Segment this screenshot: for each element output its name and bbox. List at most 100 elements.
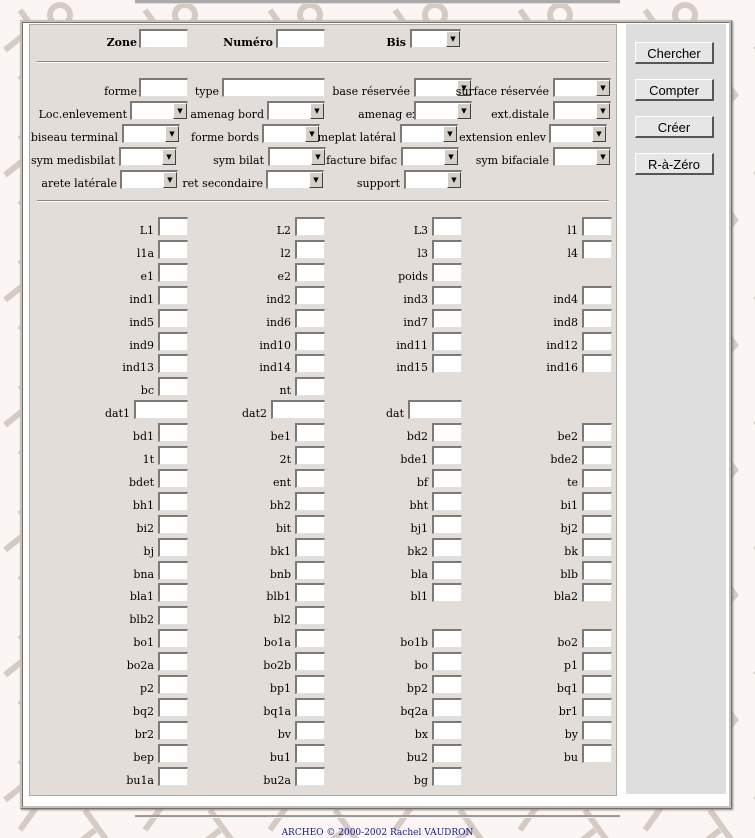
l1-input[interactable] bbox=[582, 217, 612, 236]
label-ind8: ind8 bbox=[553, 315, 578, 329]
label-amenag-bord: amenag bord bbox=[190, 108, 264, 121]
p1-input[interactable] bbox=[582, 652, 612, 672]
label-bu2a: bu2a bbox=[263, 773, 291, 787]
footer-copyright: ARCHEO © 2000-2002 Rachel VAUDRON bbox=[281, 828, 474, 838]
bg-input[interactable] bbox=[432, 766, 462, 786]
dat-input[interactable] bbox=[408, 400, 462, 420]
label-blb1: blb1 bbox=[266, 590, 291, 604]
poids-input[interactable] bbox=[432, 262, 462, 282]
label-be1: be1 bbox=[270, 430, 291, 444]
label-dat2: dat2 bbox=[241, 407, 267, 421]
label-bq2a: bq2a bbox=[400, 704, 428, 718]
label-ind11: ind11 bbox=[396, 338, 428, 352]
ind16-input[interactable] bbox=[582, 354, 612, 374]
label-bo2: bo2 bbox=[557, 636, 578, 650]
button-panel bbox=[624, 24, 726, 794]
extension-enlev-select[interactable]: ▼ bbox=[549, 124, 607, 143]
label-ind14: ind14 bbox=[259, 361, 291, 375]
down-triangle-icon[interactable]: ▼ bbox=[446, 31, 460, 47]
label-bl1: bl1 bbox=[410, 590, 428, 604]
bo2-input[interactable] bbox=[582, 629, 612, 649]
label-sym-bifaciale: sym bifaciale bbox=[475, 154, 549, 167]
label-bde1: bde1 bbox=[400, 453, 428, 466]
bq1-input[interactable] bbox=[582, 675, 612, 694]
bla2-input[interactable] bbox=[582, 583, 612, 603]
label-bp1: bp1 bbox=[269, 682, 291, 695]
label-bq1: bq1 bbox=[556, 682, 578, 695]
te-input[interactable] bbox=[582, 468, 612, 488]
ext-distale-select[interactable]: ▼ bbox=[553, 101, 611, 120]
label-ind12: ind12 bbox=[546, 338, 578, 352]
label-bv: bv bbox=[277, 727, 291, 741]
bk-input[interactable] bbox=[582, 537, 612, 557]
by-input[interactable] bbox=[582, 720, 612, 740]
label-ind3: ind3 bbox=[403, 292, 428, 306]
label-arete-laterale: arete latérale bbox=[41, 177, 117, 190]
label-L2: L2 bbox=[276, 224, 291, 237]
label-p1: p1 bbox=[563, 659, 578, 673]
label-ind10: ind10 bbox=[259, 338, 291, 352]
surface-reservee-select[interactable]: ▼ bbox=[553, 78, 611, 97]
label-bh2: bh2 bbox=[269, 498, 291, 512]
label-ind16: ind16 bbox=[546, 361, 578, 375]
label-type: type bbox=[194, 85, 219, 98]
bu-input[interactable] bbox=[582, 743, 612, 763]
l4-input[interactable] bbox=[582, 239, 612, 259]
chercher-button[interactable]: Chercher bbox=[635, 42, 714, 64]
label-bu2: bu2 bbox=[406, 750, 428, 764]
br1-input[interactable] bbox=[582, 697, 612, 717]
be2-input[interactable] bbox=[582, 423, 612, 443]
label-bq1a: bq1a bbox=[263, 704, 291, 718]
label-bf: bf bbox=[416, 475, 428, 489]
compter-button[interactable]: Compter bbox=[635, 79, 714, 101]
label-bp2: bp2 bbox=[406, 682, 428, 695]
bi1-input[interactable] bbox=[582, 491, 612, 511]
label-bu1: bu1 bbox=[269, 750, 291, 764]
down-triangle-icon[interactable]: ▼ bbox=[596, 149, 610, 165]
nt-input[interactable] bbox=[295, 377, 325, 397]
label-bnb: bnb bbox=[269, 567, 291, 581]
label-bg: bg bbox=[413, 773, 428, 787]
label-sym-medisbilat: sym medisbilat bbox=[31, 154, 115, 167]
label-2t: 2t bbox=[279, 453, 291, 466]
ind12-input[interactable] bbox=[582, 331, 612, 351]
label-l2: l2 bbox=[280, 246, 291, 260]
down-triangle-icon[interactable]: ▼ bbox=[447, 172, 461, 188]
label-bla2: bla2 bbox=[553, 590, 578, 604]
reset-button[interactable]: R-à-Zéro bbox=[635, 153, 714, 175]
label-bis-label: Bis bbox=[386, 36, 406, 49]
bl2-input[interactable] bbox=[295, 606, 325, 626]
label-bit: bit bbox=[276, 521, 291, 535]
label-l4: l4 bbox=[567, 246, 578, 260]
label-surface-reservee: surface réservée bbox=[455, 85, 549, 98]
label-bht: bht bbox=[409, 498, 428, 512]
support-select[interactable]: ▼ bbox=[404, 170, 462, 189]
down-triangle-icon[interactable]: ▼ bbox=[596, 103, 610, 119]
bj2-input[interactable] bbox=[582, 514, 612, 534]
label-br1: br1 bbox=[558, 704, 578, 718]
label-ind15: ind15 bbox=[396, 361, 428, 375]
label-ind4: ind4 bbox=[553, 292, 578, 306]
creer-button[interactable]: Créer bbox=[635, 116, 714, 138]
label-ent: ent bbox=[272, 475, 291, 489]
label-base-reservee: base réservée bbox=[332, 85, 410, 98]
label-poids: poids bbox=[398, 269, 428, 283]
bis-select[interactable]: ▼ bbox=[410, 29, 461, 48]
label-ind6: ind6 bbox=[266, 315, 291, 329]
sym-bifaciale-select[interactable]: ▼ bbox=[553, 147, 611, 166]
separator bbox=[37, 200, 609, 202]
down-triangle-icon[interactable]: ▼ bbox=[596, 80, 610, 96]
label-bo1a: bo1a bbox=[263, 636, 291, 650]
ind4-input[interactable] bbox=[582, 285, 612, 305]
label-meplat-lateral: meplat latéral bbox=[317, 131, 396, 144]
label-ind2: ind2 bbox=[266, 292, 291, 306]
label-bj2: bj2 bbox=[560, 521, 578, 535]
label-L3: L3 bbox=[413, 224, 428, 237]
label-extension-enlev: extension enlev bbox=[459, 131, 546, 144]
label-bk2: bk2 bbox=[407, 544, 428, 558]
bde2-input[interactable] bbox=[582, 446, 612, 465]
label-bl2: bl2 bbox=[273, 613, 291, 627]
ind8-input[interactable] bbox=[582, 308, 612, 328]
blb-input[interactable] bbox=[582, 560, 612, 580]
down-triangle-icon[interactable]: ▼ bbox=[592, 126, 606, 142]
